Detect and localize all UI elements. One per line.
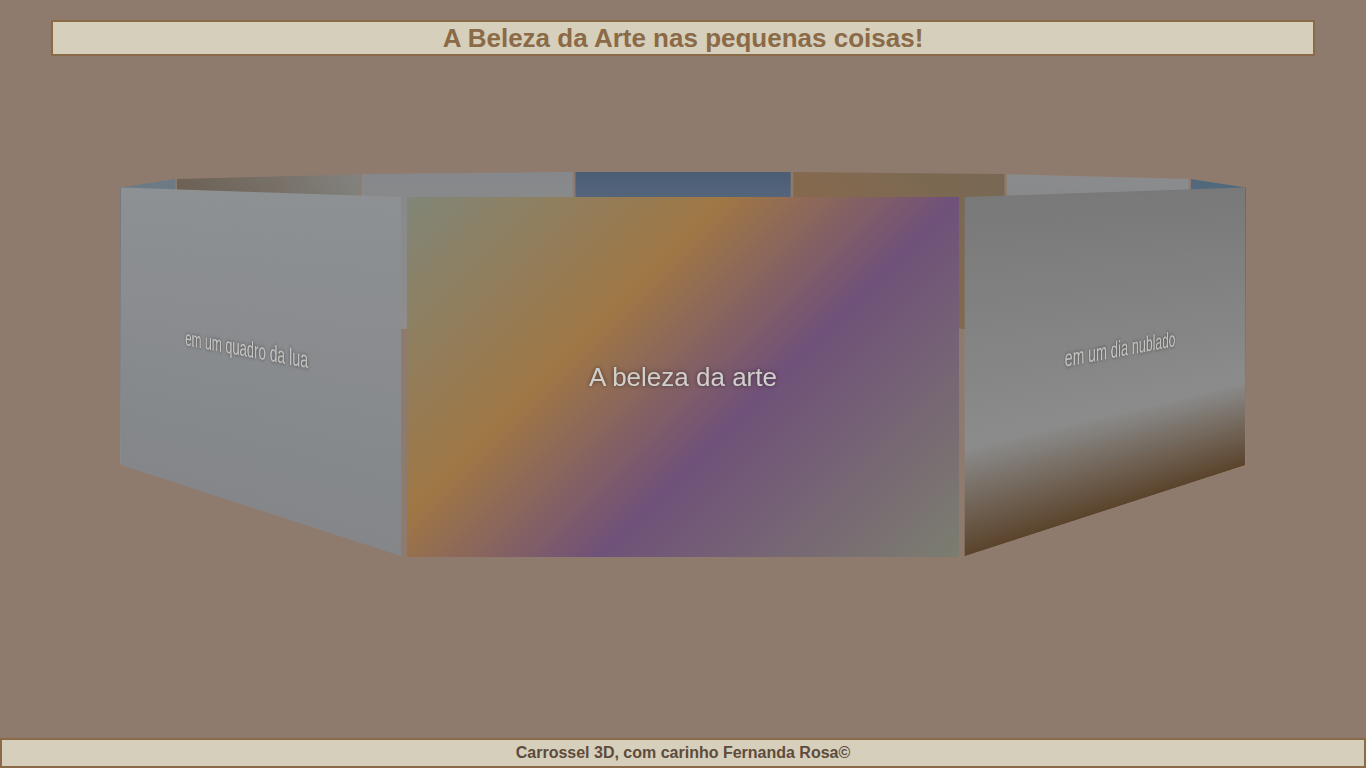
- footer-text: Carrossel 3D, com carinho Fernanda Rosa©: [516, 744, 851, 762]
- page-header: A Beleza da Arte nas pequenas coisas!: [51, 20, 1315, 56]
- carousel-stage: A beleza da arte em um dia nublado em um q…: [0, 56, 1366, 738]
- card-caption: em um quadro da lua: [185, 325, 308, 374]
- card-caption: em um dia nublado: [1065, 326, 1176, 373]
- card-caption: A beleza da arte: [589, 362, 777, 393]
- page-title: A Beleza da Arte nas pequenas coisas!: [443, 22, 924, 54]
- page: A Beleza da Arte nas pequenas coisas! A …: [0, 0, 1366, 768]
- carousel-card[interactable]: [793, 172, 1004, 333]
- carousel-card[interactable]: [575, 172, 790, 312]
- page-footer: Carrossel 3D, com carinho Fernanda Rosa©: [0, 738, 1366, 768]
- carousel-card[interactable]: A beleza da arte: [407, 197, 959, 557]
- carousel-ring[interactable]: A beleza da arteem um dia nubladoem um q…: [528, 179, 838, 381]
- carousel-card[interactable]: em um dia nublado: [965, 188, 1245, 557]
- carousel-card[interactable]: em um quadro da lua: [121, 188, 401, 557]
